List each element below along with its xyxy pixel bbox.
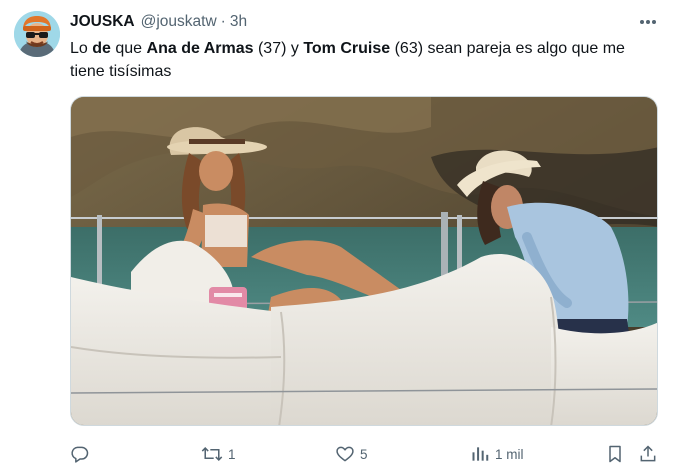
share-icon bbox=[640, 445, 656, 462]
retweet-count: 1 bbox=[228, 446, 236, 462]
author-display-name[interactable]: JOUSKA bbox=[70, 13, 135, 31]
views-icon bbox=[472, 447, 489, 461]
photo-couple-on-boat-icon bbox=[71, 97, 657, 425]
author-handle[interactable]: @jouskatw bbox=[141, 13, 217, 31]
share-button[interactable] bbox=[638, 440, 658, 468]
tweet-actions: 1 5 1 mil bbox=[70, 440, 662, 468]
cartoon-avatar-icon bbox=[14, 11, 60, 57]
retweet-icon bbox=[201, 446, 223, 462]
reply-button[interactable] bbox=[70, 440, 95, 468]
text-segment: (37) y bbox=[253, 40, 304, 57]
retweet-button[interactable]: 1 bbox=[201, 440, 236, 468]
views-button[interactable]: 1 mil bbox=[470, 440, 524, 468]
like-button[interactable]: 5 bbox=[335, 440, 368, 468]
views-count: 1 mil bbox=[495, 446, 524, 462]
more-options-button[interactable] bbox=[636, 14, 660, 30]
bookmark-icon bbox=[609, 445, 621, 463]
text-segment: Lo bbox=[70, 40, 93, 57]
text-segment: que bbox=[110, 40, 147, 57]
reply-icon bbox=[71, 446, 89, 463]
tweet-photo[interactable] bbox=[70, 96, 658, 426]
tweet-text: Lo de que Ana de Armas (37) y Tom Cruise… bbox=[70, 37, 660, 83]
heart-icon bbox=[336, 446, 354, 462]
text-segment-bold: Tom Cruise bbox=[303, 40, 391, 57]
more-icon bbox=[640, 20, 656, 24]
tweet-timestamp[interactable]: 3h bbox=[230, 13, 247, 31]
text-segment-bold: de bbox=[92, 40, 111, 57]
separator-dot: · bbox=[220, 13, 226, 30]
avatar[interactable] bbox=[14, 11, 60, 57]
bookmark-button[interactable] bbox=[606, 440, 624, 468]
tweet: JOUSKA @jouskatw · 3h Lo de que Ana de A… bbox=[0, 0, 674, 474]
like-count: 5 bbox=[360, 446, 368, 462]
tweet-header: JOUSKA @jouskatw · 3h bbox=[70, 12, 247, 32]
text-segment-bold: Ana de Armas bbox=[146, 40, 254, 57]
